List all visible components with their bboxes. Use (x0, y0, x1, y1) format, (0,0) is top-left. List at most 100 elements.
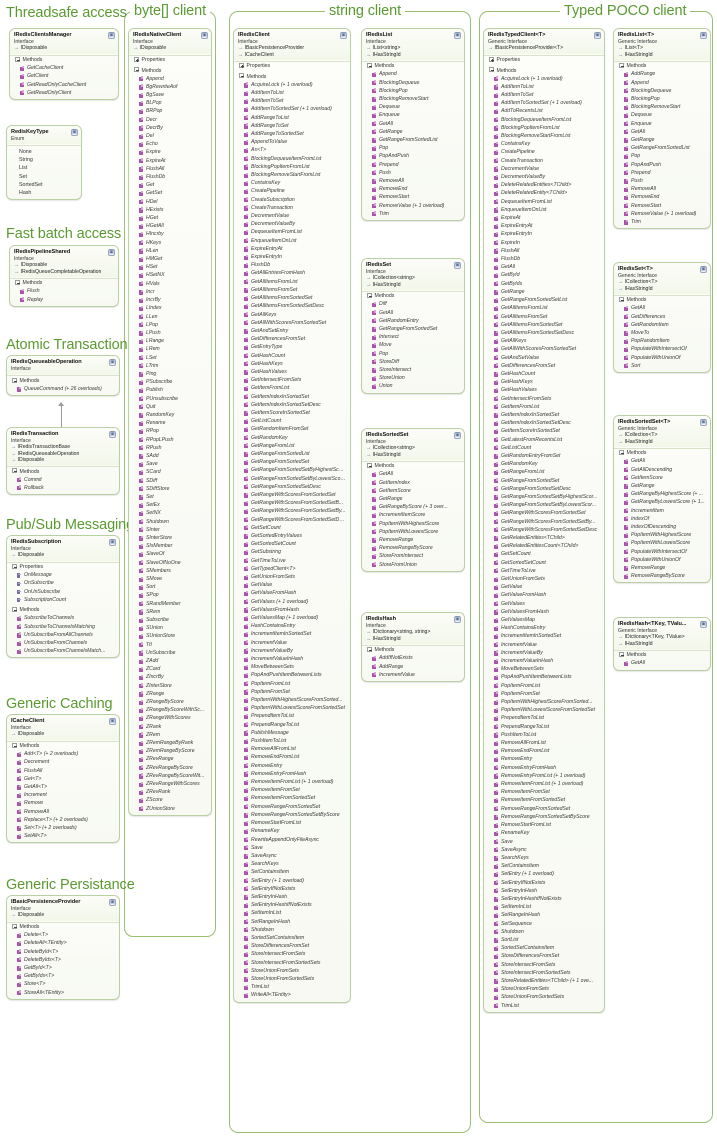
member-row[interactable]: Subscribe (133, 616, 207, 624)
member-row[interactable]: GetRangeFromSortedSet (366, 325, 460, 333)
member-row[interactable]: ZRangeWithScores (133, 714, 207, 722)
member-row[interactable]: DecrementValueBy (488, 173, 600, 181)
member-row[interactable]: Decrement (11, 758, 115, 766)
member-row[interactable]: Pop (618, 152, 706, 160)
member-row[interactable]: HGetAll (133, 222, 207, 230)
methods-header[interactable]: Methods (618, 449, 706, 457)
member-row[interactable]: GetAll (618, 304, 706, 312)
collapse-icon[interactable]: ▣ (109, 431, 116, 438)
methods-header[interactable]: Methods (11, 742, 115, 750)
collapse-icon[interactable]: ▣ (594, 32, 601, 39)
member-row[interactable]: ZInterStore (133, 682, 207, 690)
member-row[interactable]: SetEx (133, 501, 207, 509)
member-row[interactable]: Quit (133, 403, 207, 411)
member-row[interactable]: AddItemToList (238, 89, 346, 97)
member-row[interactable]: ZRangeByScoreWithSc... (133, 706, 207, 714)
member-row[interactable]: AcquireLock (+ 1 overload) (488, 75, 600, 83)
member-row[interactable]: As<T> (238, 146, 346, 154)
class-IRedisHashT[interactable]: ▣ IRedisHash<TKey, TValu... Generic Inte… (613, 617, 711, 671)
member-row[interactable]: ZRemRangeByScore (133, 747, 207, 755)
member-row[interactable]: MoveTo (618, 329, 706, 337)
member-row[interactable]: HLen (133, 247, 207, 255)
member-row[interactable]: CreateSubscription (238, 196, 346, 204)
member-row[interactable]: IncrementItem (618, 507, 706, 515)
member-row[interactable]: IncrementValue (238, 639, 346, 647)
member-row[interactable]: ZRangeByScore (133, 698, 207, 706)
member-row[interactable]: RemoveEndFromList (488, 747, 600, 755)
member-row[interactable]: FlushAll (11, 767, 115, 775)
member-row[interactable]: SetItemInList (238, 909, 346, 917)
member-row[interactable]: PUnsubscribe (133, 395, 207, 403)
member-row[interactable]: ZRange (133, 690, 207, 698)
member-row[interactable]: PopulateWithIntersectOf (618, 345, 706, 353)
member-row[interactable]: Ping (133, 370, 207, 378)
member-row[interactable]: PopItemWithHighestScore (618, 531, 706, 539)
member-row[interactable]: StoreUnionFromSets (488, 985, 600, 993)
member-row[interactable]: UnSubscribeFromChannelsMatch... (11, 647, 115, 655)
member-row[interactable]: IndexOfDescending (618, 523, 706, 531)
member-row[interactable]: GetRange (366, 128, 460, 136)
member-row[interactable]: Pop (366, 144, 460, 152)
member-row[interactable]: IncrBy (133, 296, 207, 304)
member-row[interactable]: AddItemToList (488, 83, 600, 91)
member-row[interactable]: RewriteAppendOnlyFileAsync (238, 836, 346, 844)
member-row[interactable]: StoreFromIntersect (366, 552, 460, 560)
class-IRedisHash[interactable]: ▣ IRedisHash Interface → IDictionary<str… (361, 612, 465, 682)
member-row[interactable]: GetRangeFromSortedList (366, 136, 460, 144)
member-row[interactable]: GetRandomKey (488, 460, 600, 468)
member-row[interactable]: RPush (133, 444, 207, 452)
collapse-icon[interactable]: ▣ (108, 32, 115, 39)
member-row[interactable]: RemoveEntry (238, 762, 346, 770)
member-row[interactable]: RemoveItemFromSortedSet (488, 796, 600, 804)
member-row[interactable]: GetAllItemsFromSortedSet (238, 294, 346, 302)
member-row[interactable]: StoreIntersectFromSortedSets (488, 969, 600, 977)
member-row[interactable]: GetListCount (238, 417, 346, 425)
member-row[interactable]: GetItemIndexInSortedSet (488, 411, 600, 419)
member-row[interactable]: HIncrby (133, 230, 207, 238)
member-row[interactable]: DeleteRelatedEntities<TChild> (488, 181, 600, 189)
member-row[interactable]: GetUnionFromSets (238, 573, 346, 581)
member-row[interactable]: DeleteRelatedEntity<TChild> (488, 189, 600, 197)
member-row[interactable]: GetRange (618, 136, 706, 144)
member-row[interactable]: GetRangeByLowestScore (+ 1... (618, 498, 706, 506)
member-row[interactable]: GetValueFromHash (488, 591, 600, 599)
member-row[interactable]: GetRandomEntry (366, 317, 460, 325)
member-row[interactable]: BlockingDequeueItemFromList (238, 155, 346, 163)
member-row[interactable]: GetById<T> (11, 964, 115, 972)
member-row[interactable]: PopAndPush (618, 161, 706, 169)
member-row[interactable]: PopulateWithUnionOf (618, 354, 706, 362)
member-row[interactable]: BLPop (133, 99, 207, 107)
member-row[interactable]: Save (488, 838, 600, 846)
member-row[interactable]: LTrim (133, 362, 207, 370)
member-row[interactable]: RemoveEnd (366, 185, 460, 193)
member-row[interactable]: SUnionStore (133, 632, 207, 640)
member-row[interactable]: GetAll<T> (11, 783, 115, 791)
member-row[interactable]: GetCacheClient (14, 64, 114, 72)
member-row[interactable]: AddItemToSet (238, 97, 346, 105)
member-row[interactable]: SaveAsync (238, 852, 346, 860)
member-row[interactable]: Push (366, 169, 460, 177)
class-IRedisSortedSet[interactable]: ▣ IRedisSortedSet Interface → ICollectio… (361, 428, 465, 572)
member-row[interactable]: GetAll (488, 263, 600, 271)
member-row[interactable]: RemoveStart (366, 193, 460, 201)
member-row[interactable]: BgSave (133, 91, 207, 99)
member-row[interactable]: DecrementValue (238, 212, 346, 220)
member-row[interactable]: SetEntryInHashIfNotExists (488, 895, 600, 903)
member-row[interactable]: PopItemFromList (488, 682, 600, 690)
member-row[interactable]: ExpireEntryAt (488, 222, 600, 230)
enum-value[interactable]: String (11, 156, 77, 164)
member-row[interactable]: SUnion (133, 624, 207, 632)
member-row[interactable]: SortedSetContainsItem (488, 944, 600, 952)
member-row[interactable]: GetValue (238, 581, 346, 589)
member-row[interactable]: BlockingPop (618, 95, 706, 103)
member-row[interactable]: GetAndSetValue (488, 354, 600, 362)
member-row[interactable]: OnUnSubscribe (11, 588, 115, 596)
member-row[interactable]: GetHashKeys (488, 378, 600, 386)
member-row[interactable]: DecrementValue (488, 165, 600, 173)
member-row[interactable]: GetEntryType (238, 343, 346, 351)
member-row[interactable]: LRange (133, 337, 207, 345)
member-row[interactable]: Shutdown (133, 518, 207, 526)
member-row[interactable]: SetContainsItem (238, 868, 346, 876)
member-row[interactable]: PopItemFromSet (488, 690, 600, 698)
member-row[interactable]: IncrementValue (366, 671, 460, 679)
